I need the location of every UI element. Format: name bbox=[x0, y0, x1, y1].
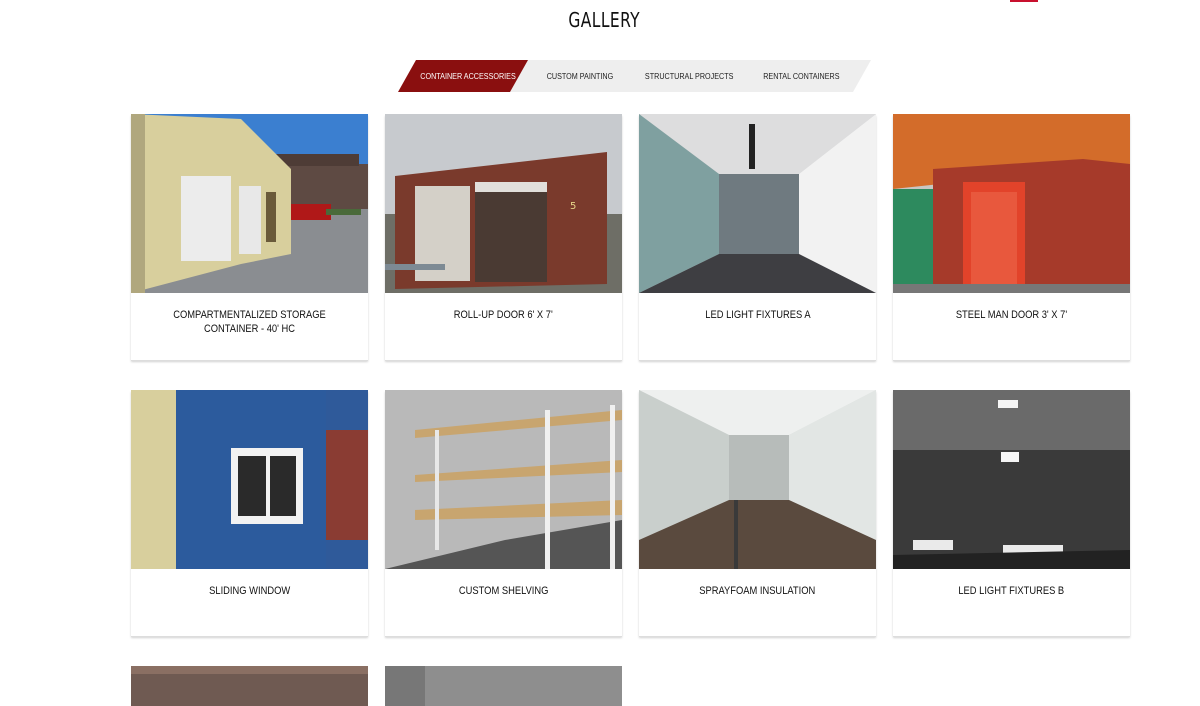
gallery-photo[interactable] bbox=[385, 390, 622, 569]
tab-label: CONTAINER ACCESSORIES bbox=[420, 71, 516, 81]
gallery-caption: STEEL MAN DOOR 3' X 7' bbox=[955, 309, 1068, 321]
gallery-caption: CUSTOM SHELVING bbox=[458, 585, 549, 597]
tab-rental-containers[interactable]: RENTAL CONTAINERS bbox=[731, 60, 871, 92]
gallery-card[interactable]: CUSTOM SHELVING bbox=[385, 390, 622, 636]
gallery-card[interactable]: COMPARTMENTALIZED STORAGE CONTAINER - 40… bbox=[131, 114, 368, 360]
tab-label: RENTAL CONTAINERS bbox=[762, 71, 840, 81]
gallery-caption: SPRAYFOAM INSULATION bbox=[699, 585, 816, 597]
gallery-card[interactable]: SPRAYFOAM INSULATION bbox=[639, 390, 876, 636]
tab-label: CUSTOM PAINTING bbox=[546, 71, 614, 81]
gallery-photo[interactable] bbox=[131, 390, 368, 569]
gallery-photo[interactable] bbox=[639, 390, 876, 569]
gallery-photo[interactable] bbox=[385, 666, 622, 706]
gallery-photo[interactable] bbox=[131, 666, 368, 706]
tab-label: STRUCTURAL PROJECTS bbox=[644, 71, 734, 81]
gallery-card[interactable]: LED LIGHT FIXTURES B bbox=[893, 390, 1130, 636]
gallery-card[interactable]: LED LIGHT FIXTURES A bbox=[639, 114, 876, 360]
gallery-card[interactable]: 5 ROLL-UP DOOR 6' X 7' bbox=[385, 114, 622, 360]
top-badge bbox=[1010, 0, 1038, 2]
page-title: GALLERY bbox=[568, 8, 641, 32]
gallery-caption: COMPARTMENTALIZED STORAGE CONTAINER - 40… bbox=[173, 309, 326, 335]
gallery-photo[interactable] bbox=[893, 114, 1130, 293]
gallery-photo[interactable]: 5 bbox=[385, 114, 622, 293]
gallery-caption: ROLL-UP DOOR 6' X 7' bbox=[453, 309, 553, 321]
gallery-photo[interactable] bbox=[131, 114, 368, 293]
gallery-photo[interactable] bbox=[893, 390, 1130, 569]
gallery-caption: SLIDING WINDOW bbox=[208, 585, 291, 597]
gallery-caption: LED LIGHT FIXTURES A bbox=[704, 309, 811, 321]
gallery-card[interactable] bbox=[385, 666, 622, 706]
gallery-card[interactable]: SLIDING WINDOW bbox=[131, 390, 368, 636]
gallery-card[interactable]: STEEL MAN DOOR 3' X 7' bbox=[893, 114, 1130, 360]
svg-text:5: 5 bbox=[570, 201, 576, 212]
filter-tabs: CONTAINER ACCESSORIES CUSTOM PAINTING ST… bbox=[0, 60, 1200, 92]
gallery-caption: LED LIGHT FIXTURES B bbox=[958, 585, 1065, 597]
gallery-photo[interactable] bbox=[639, 114, 876, 293]
gallery-card[interactable] bbox=[131, 666, 368, 706]
